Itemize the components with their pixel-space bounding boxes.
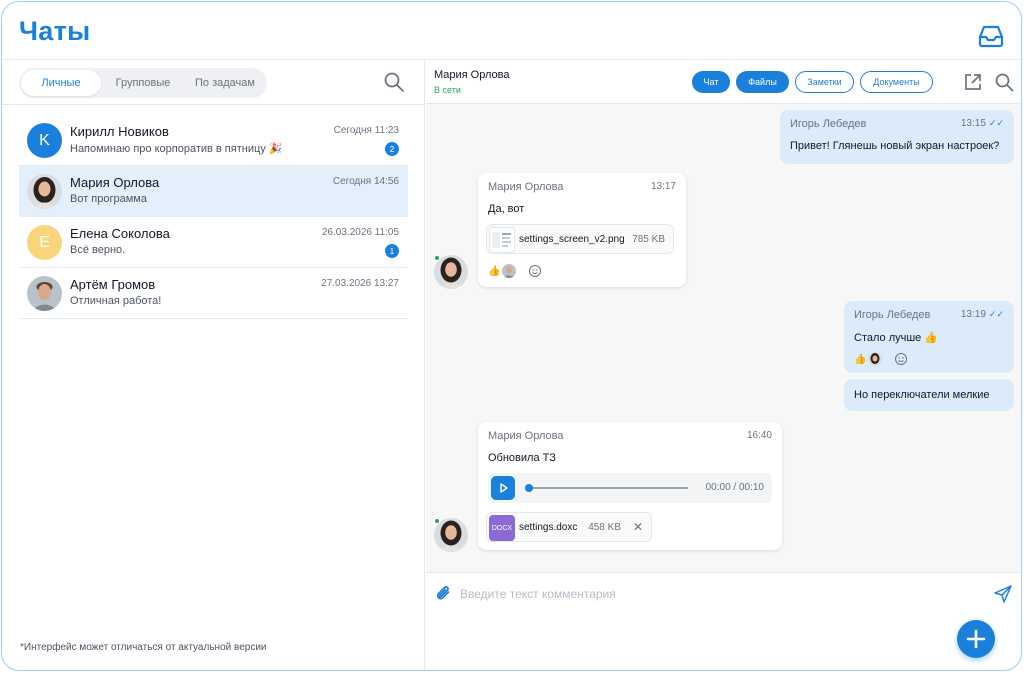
reactions: 👍 <box>488 264 542 278</box>
message-time: 13:19 ✓✓ <box>960 309 1004 320</box>
reactions: 👍 <box>854 352 908 366</box>
unread-badge: 1 <box>385 244 399 258</box>
chat-time: 26.03.2026 11:05 <box>321 227 399 238</box>
chat-preview: Вот программа <box>70 193 147 205</box>
audio-time: 00:00 / 00:10 <box>705 482 764 493</box>
file-name: settings.doxc <box>519 522 578 533</box>
incoming-message: Мария Орлова 13:17 Да, вот settings_scre… <box>478 173 686 287</box>
message-text: Да, вот <box>488 203 525 215</box>
message-author: Игорь Лебедев <box>790 118 867 130</box>
inbox-icon[interactable] <box>977 24 1005 48</box>
message-text: Обновила ТЗ <box>488 452 556 464</box>
divider <box>2 104 424 105</box>
file-size: 458 KB <box>588 522 621 533</box>
outgoing-message: Игорь Лебедев 13:19 ✓✓ Стало лучше 👍 👍 <box>844 301 1014 373</box>
tab-chat[interactable]: Чат <box>692 71 730 93</box>
online-status: В сети <box>434 85 461 95</box>
voice-message-player: 00:00 / 00:10 <box>488 473 772 503</box>
paperclip-icon[interactable] <box>434 584 454 604</box>
plus-icon[interactable] <box>957 620 995 658</box>
chat-name: Артём Громов <box>70 277 156 292</box>
tab-by-tasks[interactable]: По задачам <box>185 70 265 96</box>
audio-progress-knob[interactable] <box>525 484 533 492</box>
chat-type-tabs: Личные Групповые По задачам <box>19 68 267 98</box>
file-attachment[interactable]: settings_screen_v2.png 785 KB <box>486 224 674 254</box>
avatar <box>27 174 62 209</box>
audio-track[interactable] <box>528 487 688 489</box>
chat-item-maria[interactable]: Мария Орлова Сегодня 14:56 Вот программа <box>19 166 408 217</box>
chat-list-pane: Личные Групповые По задачам K Кирилл Нов… <box>2 61 425 670</box>
chat-preview: Напоминаю про корпоратив в пятницу 🎉 <box>70 143 283 155</box>
search-icon[interactable] <box>383 71 405 93</box>
message-time: 13:17 <box>650 181 676 192</box>
app-title: Чаты <box>19 16 91 46</box>
chat-name: Кирилл Новиков <box>70 124 169 139</box>
docx-file-icon: DOCX <box>489 515 515 541</box>
chat-app-window: Чаты Личные Групповые По задачам K Кирил… <box>1 1 1022 671</box>
message-author: Мария Орлова <box>488 430 564 442</box>
play-icon[interactable] <box>491 476 515 500</box>
chat-preview: Всё верно. <box>70 244 126 256</box>
thumbs-up-reaction[interactable]: 👍 <box>854 354 866 365</box>
online-indicator <box>434 518 440 524</box>
chat-time: Сегодня 11:23 <box>333 125 399 136</box>
conversation-header: Мария Орлова В сети Чат Файлы Заметки До… <box>426 61 1021 104</box>
contact-name: Мария Орлова <box>434 69 510 81</box>
file-size: 785 KB <box>632 234 665 245</box>
message-author: Мария Орлова <box>488 181 564 193</box>
close-icon[interactable]: ✕ <box>633 520 643 534</box>
tab-group[interactable]: Групповые <box>101 70 185 96</box>
comment-input[interactable] <box>460 581 980 607</box>
smiley-icon[interactable] <box>528 264 542 278</box>
message-time: 16:40 <box>746 430 772 441</box>
tab-notes[interactable]: Заметки <box>795 71 854 93</box>
tab-files[interactable]: Файлы <box>736 71 789 93</box>
file-name: settings_screen_v2.png <box>519 234 625 245</box>
smiley-icon[interactable] <box>894 352 908 366</box>
chat-time: 27.03.2026 13:27 <box>321 278 399 289</box>
avatar: Е <box>27 225 62 260</box>
message-text: Но переключатели мелкие <box>854 389 990 401</box>
chat-time: Сегодня 14:56 <box>332 176 399 187</box>
chat-item-artem[interactable]: Артём Громов 27.03.2026 13:27 Отличная р… <box>19 268 408 319</box>
chat-name: Мария Орлова <box>70 175 160 190</box>
conversation-pane: Мария Орлова В сети Чат Файлы Заметки До… <box>426 61 1021 670</box>
search-icon[interactable] <box>994 72 1014 92</box>
reactor-avatar <box>868 352 883 366</box>
image-thumbnail <box>489 227 515 253</box>
thumbs-up-reaction[interactable]: 👍 <box>488 266 500 277</box>
chat-item-kirill[interactable]: K Кирилл Новиков Сегодня 11:23 Напоминаю… <box>19 115 408 166</box>
external-link-icon[interactable] <box>963 72 983 92</box>
message-text: Привет! Глянешь новый экран настроек? <box>790 140 1000 152</box>
unread-badge: 2 <box>385 142 399 156</box>
outgoing-message: Игорь Лебедев 13:15 ✓✓ Привет! Глянешь но… <box>780 110 1014 164</box>
chat-list: K Кирилл Новиков Сегодня 11:23 Напоминаю… <box>19 115 408 319</box>
chat-name: Елена Соколова <box>70 226 170 241</box>
disclaimer-footnote: *Интерфейс может отличаться от актуально… <box>20 642 267 653</box>
chat-item-elena[interactable]: Е Елена Соколова 26.03.2026 11:05 Всё ве… <box>19 217 408 268</box>
read-check-icon: ✓✓ <box>988 118 1004 128</box>
file-attachment[interactable]: DOCX settings.doxc 458 KB ✕ <box>486 512 652 542</box>
reactor-avatar <box>502 264 517 278</box>
tab-personal[interactable]: Личные <box>21 70 101 96</box>
tab-documents[interactable]: Документы <box>860 71 933 93</box>
online-indicator <box>434 255 440 261</box>
avatar: K <box>27 123 62 158</box>
message-text: Стало лучше 👍 <box>854 332 939 344</box>
avatar <box>27 276 62 311</box>
message-area: Игорь Лебедев 13:15 ✓✓ Привет! Глянешь но… <box>426 104 1021 572</box>
chat-preview: Отличная работа! <box>70 295 162 307</box>
message-composer <box>426 572 1021 614</box>
outgoing-message: Но переключатели мелкие <box>844 379 1014 411</box>
incoming-message: Мария Орлова 16:40 Обновила ТЗ 00:00 / 0… <box>478 422 782 550</box>
top-bar: Чаты <box>2 2 1021 60</box>
send-icon[interactable] <box>993 584 1013 604</box>
read-check-icon: ✓✓ <box>988 309 1004 319</box>
message-time: 13:15 ✓✓ <box>960 118 1004 129</box>
message-author: Игорь Лебедев <box>854 309 931 321</box>
